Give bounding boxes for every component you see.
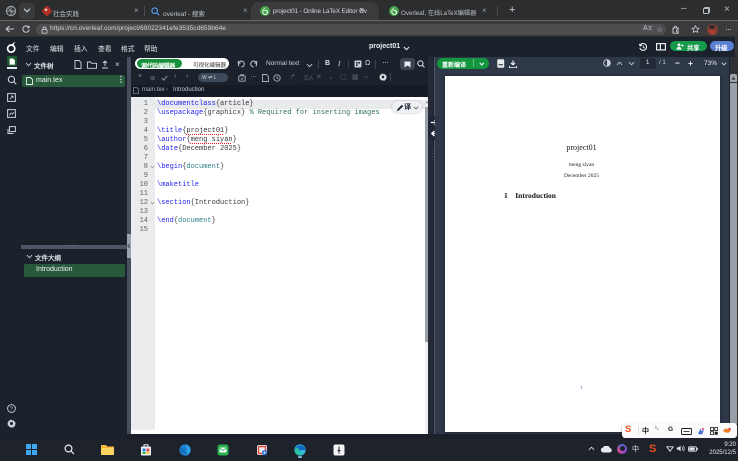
svg-text:?: ?: [10, 406, 13, 412]
